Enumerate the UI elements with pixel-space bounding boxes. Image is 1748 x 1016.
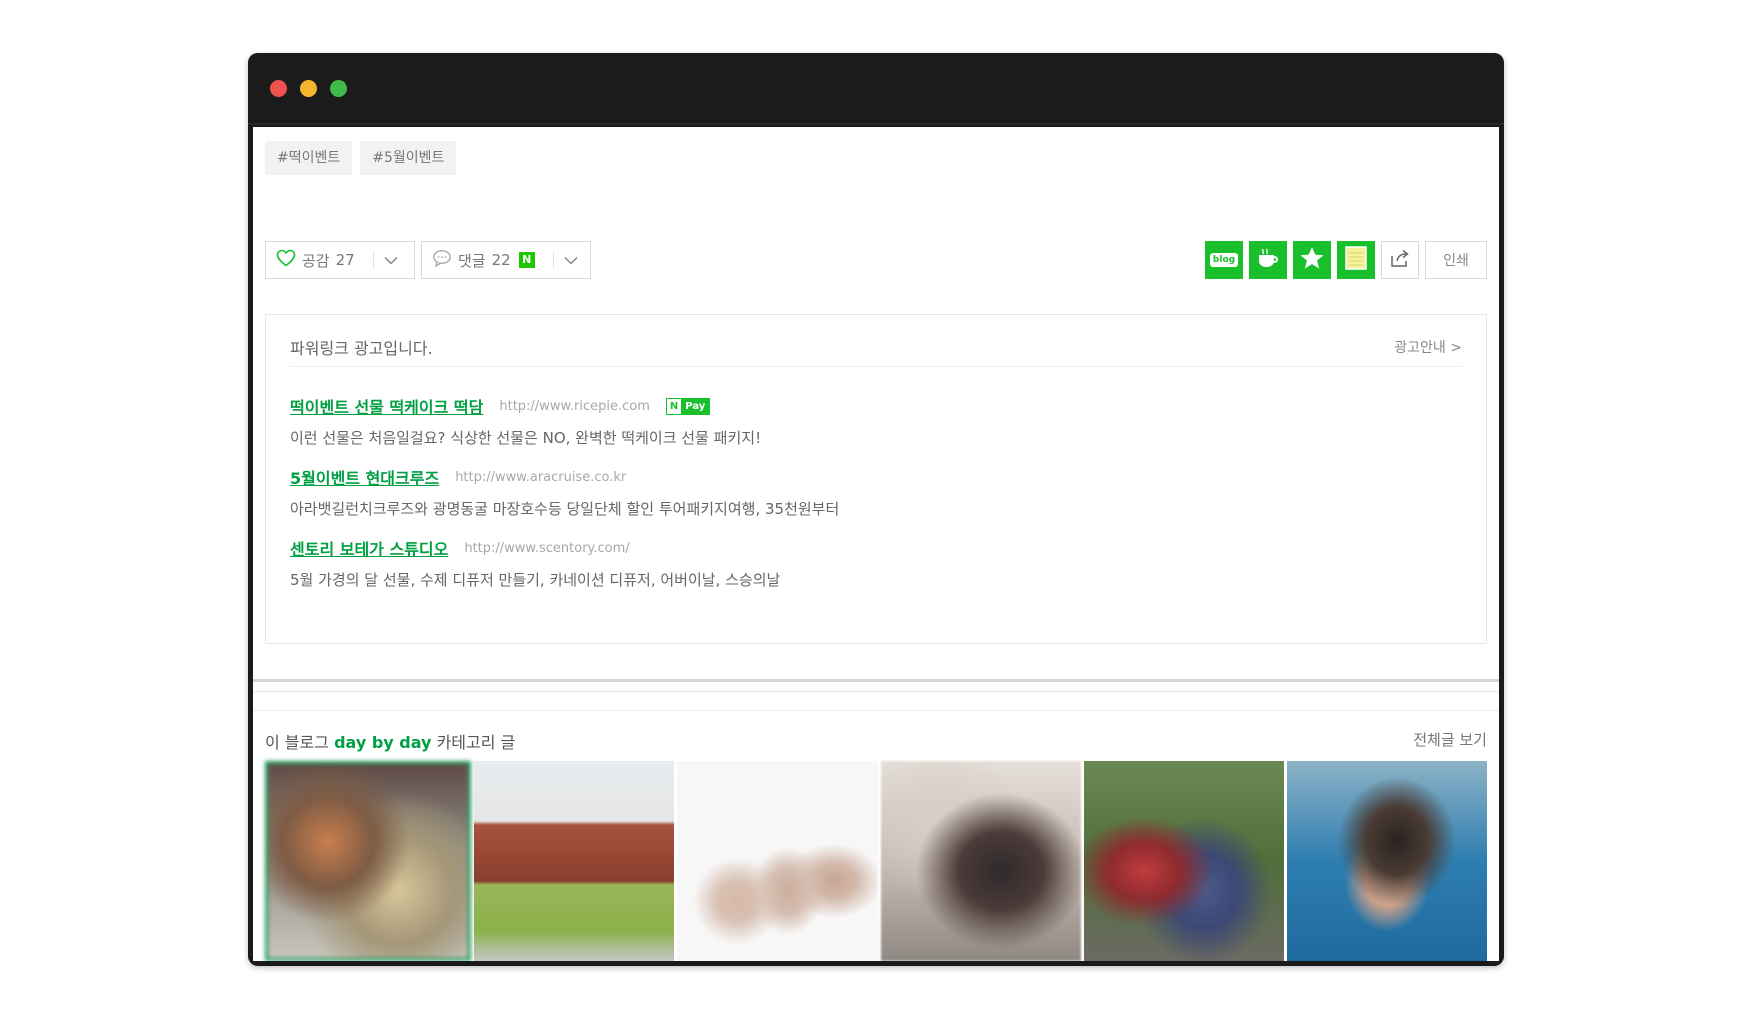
category-thumbnail-strip (265, 761, 1488, 961)
chevron-down-icon (564, 251, 578, 269)
ad-item: 5월이벤트 현대크루즈 http://www.aracruise.co.kr 아… (290, 466, 839, 519)
ad-description: 5월 가경의 달 선물, 수제 디퓨저 만들기, 카네이션 디퓨저, 어버이날,… (290, 571, 781, 589)
share-bookmark-button[interactable] (1293, 241, 1331, 279)
star-icon (1299, 245, 1325, 275)
like-control: 공감 27 (265, 241, 415, 279)
memo-icon (1344, 245, 1368, 275)
post-thumbnail[interactable] (677, 761, 878, 961)
minimize-window-button[interactable] (300, 80, 317, 97)
ad-title-link[interactable]: 센토리 보테가 스튜디오 (290, 536, 448, 560)
ad-url[interactable]: http://www.scentory.com/ (464, 541, 629, 556)
section-divider (253, 710, 1499, 711)
chevron-down-icon (384, 251, 398, 269)
ad-title-link[interactable]: 5월이벤트 현대크루즈 (290, 465, 439, 489)
section-divider (253, 679, 1499, 682)
like-button[interactable]: 공감 27 (266, 242, 374, 278)
view-all-posts-link[interactable]: 전체글 보기 (1413, 729, 1487, 750)
share-blog-button[interactable]: blog (1205, 241, 1243, 279)
print-button[interactable]: 인쇄 (1425, 241, 1487, 279)
comment-button[interactable]: 댓글 22 N (422, 242, 554, 278)
comment-dropdown-toggle[interactable] (554, 242, 588, 278)
powerlink-ad-box: 파워링크 광고입니다. 광고안내 > 떡이벤트 선물 떡케이크 떡담 http:… (265, 314, 1487, 644)
ad-item: 떡이벤트 선물 떡케이크 떡담 http://www.ricepie.com N… (290, 395, 761, 448)
share-button[interactable] (1381, 241, 1419, 279)
tag-item[interactable]: #떡이벤트 (265, 141, 353, 175)
like-dropdown-toggle[interactable] (374, 242, 408, 278)
share-toolbar: blog 인쇄 (1205, 241, 1487, 279)
ad-description: 아라뱃길런치크루즈와 광명동굴 마장호수등 당일단체 할인 투어패키지여행, 3… (290, 500, 840, 518)
comment-label: 댓글 (458, 251, 486, 270)
share-memo-button[interactable] (1337, 241, 1375, 279)
ad-guide-link[interactable]: 광고안내 > (1394, 337, 1462, 357)
title-bar (248, 53, 1504, 125)
ad-item: 센토리 보테가 스튜디오 http://www.scentory.com/ 5월… (290, 537, 780, 590)
post-thumbnail[interactable] (1286, 761, 1488, 961)
tag-item[interactable]: #5월이벤트 (360, 141, 457, 175)
ad-header-title: 파워링크 광고입니다. (290, 339, 433, 358)
category-section-title: 이 블로그 day by day 카테고리 글 (265, 733, 516, 752)
page-viewport: #떡이벤트 #5월이벤트 공감 27 댓글 22 N blog 인쇄 파워링크 … (253, 127, 1499, 961)
heart-icon (276, 249, 296, 271)
post-action-bar: 공감 27 댓글 22 N blog 인쇄 (265, 241, 1487, 279)
share-cafe-button[interactable] (1249, 241, 1287, 279)
share-icon (1389, 248, 1411, 272)
maximize-window-button[interactable] (330, 80, 347, 97)
category-name-link[interactable]: day by day (334, 733, 431, 752)
new-badge: N (518, 252, 535, 268)
ad-description: 이런 선물은 처음일걸요? 식상한 선물은 NO, 완벽한 떡케이크 선물 패키… (290, 429, 762, 447)
tag-list: #떡이벤트 #5월이벤트 (265, 141, 457, 175)
section-divider (253, 691, 1499, 692)
post-thumbnail[interactable] (1083, 761, 1284, 961)
comment-control: 댓글 22 N (421, 241, 591, 279)
cafe-icon (1255, 247, 1281, 273)
blog-icon: blog (1209, 253, 1239, 267)
like-label: 공감 (302, 251, 330, 270)
npay-badge: N Pay (665, 397, 711, 415)
ad-url[interactable]: http://www.aracruise.co.kr (455, 470, 626, 485)
like-count: 27 (335, 251, 355, 269)
browser-window: #떡이벤트 #5월이벤트 공감 27 댓글 22 N blog 인쇄 파워링크 … (248, 53, 1504, 966)
post-thumbnail[interactable] (265, 761, 472, 961)
post-thumbnail[interactable] (880, 761, 1081, 961)
comment-count: 22 (491, 251, 511, 269)
post-thumbnail[interactable] (474, 761, 675, 961)
close-window-button[interactable] (270, 80, 287, 97)
speech-bubble-icon (432, 249, 452, 271)
ad-header: 파워링크 광고입니다. 광고안내 > (290, 335, 1462, 367)
ad-title-link[interactable]: 떡이벤트 선물 떡케이크 떡담 (290, 394, 483, 418)
ad-url[interactable]: http://www.ricepie.com (499, 399, 650, 414)
